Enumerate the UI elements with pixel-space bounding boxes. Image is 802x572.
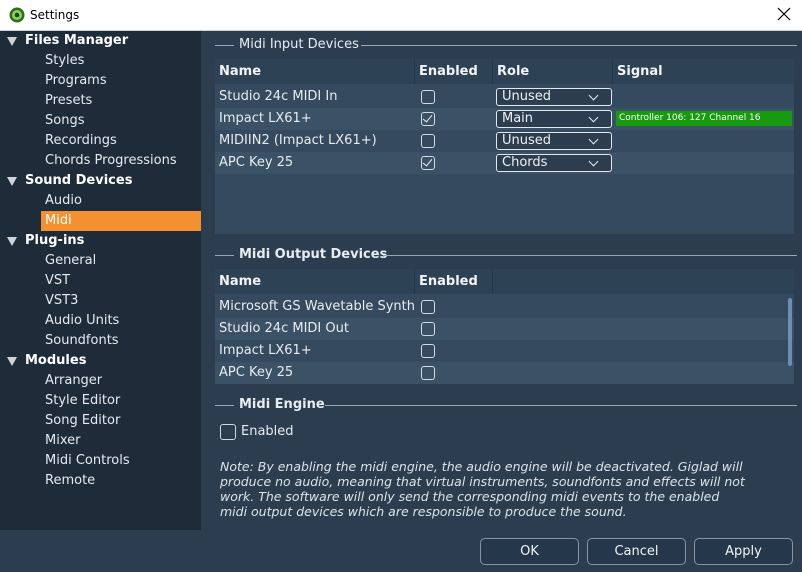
apply-button[interactable]: Apply <box>694 538 793 565</box>
column-header-enabled[interactable]: Enabled <box>415 269 493 294</box>
enabled-checkbox[interactable] <box>421 366 435 380</box>
sidebar-item-soundfonts[interactable]: Soundfonts <box>41 331 201 351</box>
ok-button[interactable]: OK <box>480 538 579 565</box>
role-dropdown[interactable]: Main <box>496 110 612 128</box>
sidebar-item-general[interactable]: General <box>41 251 201 271</box>
signal-indicator: Controller 106: 127 Channel 16 <box>616 111 792 126</box>
section-divider <box>325 405 797 406</box>
vertical-scrollbar[interactable] <box>788 298 792 366</box>
sidebar-item-songs[interactable]: Songs <box>41 111 201 131</box>
table-row[interactable]: APC Key 25 <box>215 362 794 384</box>
device-name: Impact LX61+ <box>219 343 312 358</box>
sidebar-item-audio[interactable]: Audio <box>41 191 201 211</box>
app-logo-icon <box>9 7 25 23</box>
midi-output-title: Midi Output Devices <box>239 247 388 262</box>
section-divider <box>383 255 797 256</box>
section-divider <box>361 45 797 46</box>
sidebar-item-presets[interactable]: Presets <box>41 91 201 111</box>
close-icon[interactable] <box>776 6 792 22</box>
column-header-blank <box>493 269 794 294</box>
table-row[interactable]: Impact LX61+ <box>215 340 794 362</box>
chevron-down-icon <box>588 112 599 123</box>
midi-input-title: Midi Input Devices <box>239 37 359 52</box>
sidebar-item-arranger[interactable]: Arranger <box>41 371 201 391</box>
midi-input-table: Name Enabled Role Signal Studio 24c MIDI… <box>215 59 794 234</box>
sidebar-item-programs[interactable]: Programs <box>41 71 201 91</box>
sidebar-item-midi[interactable]: Midi <box>41 211 201 231</box>
sidebar-item-recordings[interactable]: Recordings <box>41 131 201 151</box>
settings-sidebar: Files Manager Styles Programs Presets So… <box>0 31 201 530</box>
sidebar-item-vst3[interactable]: VST3 <box>41 291 201 311</box>
sidebar-item-styles[interactable]: Styles <box>41 51 201 71</box>
expand-arrow-icon[interactable] <box>7 37 17 46</box>
role-dropdown[interactable]: Chords <box>496 154 612 172</box>
sidebar-category-plug-ins[interactable]: Plug-ins <box>0 231 201 251</box>
table-row[interactable]: MIDIIN2 (Impact LX61+) Unused <box>215 130 794 152</box>
section-divider <box>215 255 234 256</box>
column-header-role[interactable]: Role <box>493 59 613 84</box>
sidebar-item-audio-units[interactable]: Audio Units <box>41 311 201 331</box>
device-name: Studio 24c MIDI In <box>219 89 338 104</box>
midi-output-table: Name Enabled Microsoft GS Wavetable Synt… <box>215 269 794 384</box>
enabled-checkbox[interactable] <box>421 134 435 148</box>
section-divider <box>215 405 234 406</box>
sidebar-item-remote[interactable]: Remote <box>41 471 201 491</box>
sidebar-category-modules[interactable]: Modules <box>0 351 201 371</box>
cancel-button[interactable]: Cancel <box>587 538 686 565</box>
device-name: Impact LX61+ <box>219 111 312 126</box>
column-header-name[interactable]: Name <box>215 269 415 294</box>
table-row[interactable]: Microsoft GS Wavetable Synth <box>215 296 794 318</box>
device-name: Studio 24c MIDI Out <box>219 321 349 336</box>
device-name: APC Key 25 <box>219 365 294 380</box>
device-name: APC Key 25 <box>219 155 294 170</box>
device-name: Microsoft GS Wavetable Synth <box>219 299 416 314</box>
column-header-name[interactable]: Name <box>215 59 415 84</box>
table-row[interactable]: Impact LX61+ Main Controller 106: 127 Ch… <box>215 108 794 130</box>
sidebar-item-mixer[interactable]: Mixer <box>41 431 201 451</box>
role-dropdown[interactable]: Unused <box>496 88 612 106</box>
device-name: MIDIIN2 (Impact LX61+) <box>219 133 377 148</box>
table-row[interactable]: APC Key 25 Chords <box>215 152 794 174</box>
enabled-checkbox[interactable] <box>421 322 435 336</box>
enabled-checkbox[interactable] <box>421 112 435 126</box>
sidebar-item-chords-progressions[interactable]: Chords Progressions <box>41 151 201 171</box>
enabled-checkbox[interactable] <box>421 344 435 358</box>
enabled-checkbox[interactable] <box>421 300 435 314</box>
expand-arrow-icon[interactable] <box>7 237 17 246</box>
section-divider <box>215 45 234 46</box>
expand-arrow-icon[interactable] <box>7 357 17 366</box>
expand-arrow-icon[interactable] <box>7 177 17 186</box>
midi-engine-note: Note: By enabling the midi engine, the a… <box>220 459 745 519</box>
window-title: Settings <box>30 8 80 22</box>
column-header-enabled[interactable]: Enabled <box>415 59 493 84</box>
midi-engine-title: Midi Engine <box>239 397 325 412</box>
dialog-footer: OK Cancel Apply <box>0 530 802 572</box>
chevron-down-icon <box>588 156 599 167</box>
enabled-checkbox[interactable] <box>421 156 435 170</box>
enabled-checkbox[interactable] <box>421 90 435 104</box>
sidebar-item-style-editor[interactable]: Style Editor <box>41 391 201 411</box>
sidebar-category-files-manager[interactable]: Files Manager <box>0 31 201 51</box>
sidebar-category-sound-devices[interactable]: Sound Devices <box>0 171 201 191</box>
title-bar: Settings <box>0 0 802 31</box>
table-row[interactable]: Studio 24c MIDI Out <box>215 318 794 340</box>
chevron-down-icon <box>588 134 599 145</box>
sidebar-item-song-editor[interactable]: Song Editor <box>41 411 201 431</box>
midi-settings-panel: Midi Input Devices Name Enabled Role Sig… <box>201 31 802 530</box>
chevron-down-icon <box>588 90 599 101</box>
sidebar-item-midi-controls[interactable]: Midi Controls <box>41 451 201 471</box>
sidebar-item-vst[interactable]: VST <box>41 271 201 291</box>
midi-engine-enabled-label[interactable]: Enabled <box>241 424 294 439</box>
table-row[interactable]: Studio 24c MIDI In Unused <box>215 86 794 108</box>
role-dropdown[interactable]: Unused <box>496 132 612 150</box>
column-header-signal[interactable]: Signal <box>613 59 794 84</box>
midi-engine-enabled-checkbox[interactable] <box>220 424 236 440</box>
